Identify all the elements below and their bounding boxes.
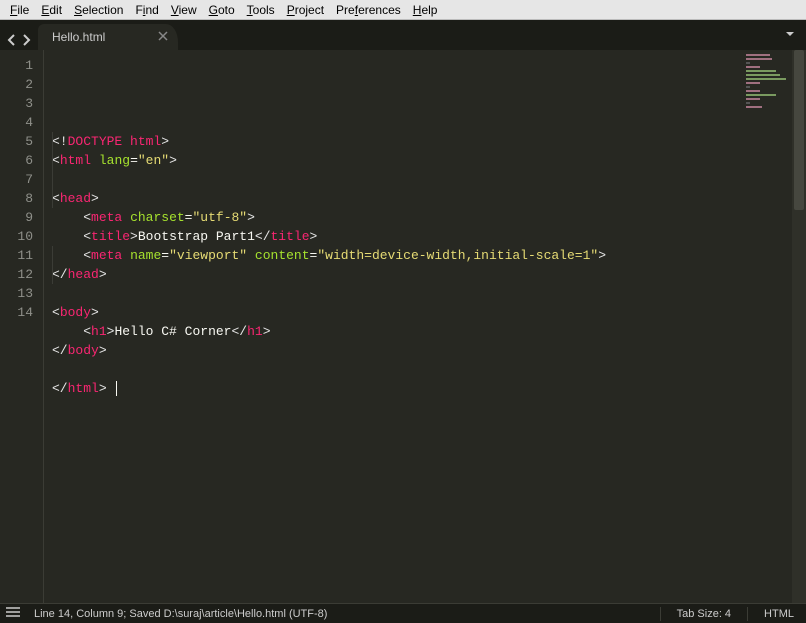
line-number: 12 — [0, 265, 33, 284]
line-number: 4 — [0, 113, 33, 132]
menu-bar: FileEditSelectionFindViewGotoToolsProjec… — [0, 0, 806, 20]
line-number: 6 — [0, 151, 33, 170]
menu-project[interactable]: Project — [281, 3, 330, 17]
line-number: 2 — [0, 75, 33, 94]
code-line — [52, 360, 792, 379]
line-number: 9 — [0, 208, 33, 227]
code-line: <title>Bootstrap Part1</title> — [52, 227, 792, 246]
code-line — [52, 284, 792, 303]
menu-file[interactable]: File — [4, 3, 35, 17]
line-number: 1 — [0, 56, 33, 75]
code-line: </html> — [52, 379, 792, 398]
editor: 1234567891011121314 <!DOCTYPE html><html… — [0, 50, 806, 603]
menu-preferences[interactable]: Preferences — [330, 3, 407, 17]
status-syntax[interactable]: HTML — [758, 608, 800, 620]
menu-icon[interactable] — [6, 607, 20, 620]
code-line: </body> — [52, 341, 792, 360]
menu-goto[interactable]: Goto — [203, 3, 241, 17]
nav-arrows — [4, 34, 38, 50]
code-line: <meta name="viewport" content="width=dev… — [52, 246, 792, 265]
vertical-scrollbar[interactable] — [792, 50, 806, 603]
tab-dropdown-icon[interactable] — [784, 28, 796, 44]
line-number: 5 — [0, 132, 33, 151]
menu-selection[interactable]: Selection — [68, 3, 129, 17]
status-position[interactable]: Line 14, Column 9; Saved D:\suraj\articl… — [28, 608, 333, 620]
code-line: <!DOCTYPE html> — [52, 132, 792, 151]
indent-guide — [52, 246, 53, 284]
line-number-gutter: 1234567891011121314 — [0, 50, 44, 603]
menu-edit[interactable]: Edit — [35, 3, 68, 17]
code-line: <head> — [52, 189, 792, 208]
menu-tools[interactable]: Tools — [241, 3, 281, 17]
menu-help[interactable]: Help — [407, 3, 444, 17]
menu-find[interactable]: Find — [129, 3, 164, 17]
line-number: 11 — [0, 246, 33, 265]
menu-view[interactable]: View — [165, 3, 203, 17]
nav-forward-icon[interactable] — [20, 34, 32, 46]
line-number: 7 — [0, 170, 33, 189]
close-icon[interactable] — [158, 30, 168, 40]
line-number: 8 — [0, 189, 33, 208]
status-tabsize[interactable]: Tab Size: 4 — [671, 608, 737, 620]
line-number: 14 — [0, 303, 33, 322]
line-number: 3 — [0, 94, 33, 113]
code-line: <meta charset="utf-8"> — [52, 208, 792, 227]
code-line: <html lang="en"> — [52, 151, 792, 170]
line-number: 13 — [0, 284, 33, 303]
code-line — [52, 170, 792, 189]
status-bar: Line 14, Column 9; Saved D:\suraj\articl… — [0, 603, 806, 623]
scrollbar-thumb[interactable] — [794, 50, 804, 210]
code-area[interactable]: <!DOCTYPE html><html lang="en"> <head> <… — [44, 50, 792, 603]
tab-active[interactable]: Hello.html — [38, 24, 178, 50]
line-number: 10 — [0, 227, 33, 246]
text-cursor — [116, 381, 117, 396]
code-line: <h1>Hello C# Corner</h1> — [52, 322, 792, 341]
code-line: </head> — [52, 265, 792, 284]
indent-guide — [52, 132, 53, 208]
tab-bar: Hello.html — [0, 20, 806, 50]
nav-back-icon[interactable] — [6, 34, 18, 46]
tab-title: Hello.html — [52, 30, 105, 44]
code-line: <body> — [52, 303, 792, 322]
